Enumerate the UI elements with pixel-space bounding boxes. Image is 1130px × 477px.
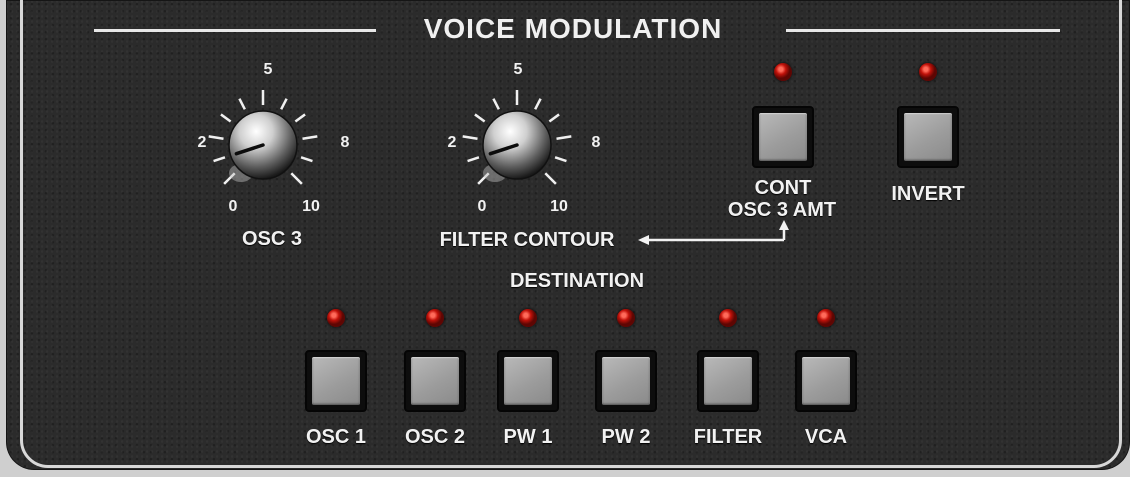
knob-tick — [474, 113, 486, 123]
osc3-knob[interactable] — [208, 90, 318, 190]
filter-scale-max: 10 — [550, 198, 568, 215]
osc3-scale-low: 2 — [197, 134, 207, 151]
knob-tick — [220, 113, 232, 123]
knob-tick — [213, 156, 226, 163]
osc3-scale-min: 0 — [228, 198, 238, 215]
destination-button-face[interactable] — [504, 357, 552, 405]
destination-led-4 — [617, 309, 635, 327]
destination-button-osc-2[interactable] — [404, 350, 466, 412]
destination-button-pw-2[interactable] — [595, 350, 657, 412]
invert-led — [919, 63, 937, 81]
filter-contour-knob-label: FILTER CONTOUR — [439, 229, 615, 251]
osc3-scale-max: 10 — [302, 198, 320, 215]
knob-tick — [554, 156, 567, 163]
osc3-scale-high: 8 — [340, 134, 350, 151]
destination-led-3 — [519, 309, 537, 327]
knob-tick — [467, 156, 480, 163]
destination-button-osc-1[interactable] — [305, 350, 367, 412]
knob-tick — [492, 98, 500, 110]
knob-tick — [280, 98, 288, 110]
knob-tick — [302, 135, 318, 140]
destination-label: OSC 1 — [305, 426, 367, 448]
voice-modulation-panel: VOICE MODULATION OSC 3 0 2 5 8 10 FILTER… — [6, 0, 1130, 470]
destination-led-1 — [327, 309, 345, 327]
destination-button-pw-1[interactable] — [497, 350, 559, 412]
knob-tick — [290, 172, 303, 185]
destination-led-2 — [426, 309, 444, 327]
destination-label: VCA — [804, 426, 848, 448]
title-rule-left — [94, 29, 376, 32]
destination-led-6 — [817, 309, 835, 327]
filter-scale-low: 2 — [447, 134, 457, 151]
destination-label: FILTER — [693, 426, 763, 448]
knob-graphic — [462, 90, 572, 185]
invert-button-face[interactable] — [904, 113, 952, 161]
cont-osc3-amt-button[interactable] — [752, 106, 814, 168]
destination-button-face[interactable] — [802, 357, 850, 405]
cont-osc3-amt-led — [774, 63, 792, 81]
destination-button-filter[interactable] — [697, 350, 759, 412]
osc3-scale-mid: 5 — [263, 61, 273, 78]
link-arrow — [638, 220, 789, 245]
destination-button-face[interactable] — [602, 357, 650, 405]
knob-tick — [548, 113, 560, 123]
title-rule-right — [786, 29, 1060, 32]
knob-tick — [300, 156, 313, 163]
knob-tick — [238, 98, 246, 110]
destination-label: PW 2 — [601, 426, 651, 448]
destination-title: DESTINATION — [509, 270, 645, 292]
filter-scale-min: 0 — [477, 198, 487, 215]
cont-osc3-amt-button-face[interactable] — [759, 113, 807, 161]
filter-scale-high: 8 — [591, 134, 601, 151]
cont-label: CONT — [754, 177, 812, 199]
destination-button-face[interactable] — [411, 357, 459, 405]
filter-scale-mid: 5 — [513, 61, 523, 78]
destination-label: OSC 2 — [404, 426, 466, 448]
destination-label: PW 1 — [503, 426, 553, 448]
knob-tick — [208, 135, 224, 140]
knob-tick — [462, 135, 478, 140]
destination-button-vca[interactable] — [795, 350, 857, 412]
section-title: VOICE MODULATION — [423, 13, 723, 44]
knob-tick — [544, 172, 557, 185]
invert-label: INVERT — [891, 183, 965, 205]
knob-tick — [294, 113, 306, 123]
osc3-amt-label: OSC 3 AMT — [727, 199, 837, 221]
destination-led-5 — [719, 309, 737, 327]
destination-button-face[interactable] — [704, 357, 752, 405]
knob-tick — [534, 98, 542, 110]
invert-button[interactable] — [897, 106, 959, 168]
knob-tick — [556, 135, 572, 140]
filter-contour-knob[interactable] — [462, 90, 572, 190]
osc3-knob-label: OSC 3 — [241, 228, 303, 250]
destination-button-face[interactable] — [312, 357, 360, 405]
